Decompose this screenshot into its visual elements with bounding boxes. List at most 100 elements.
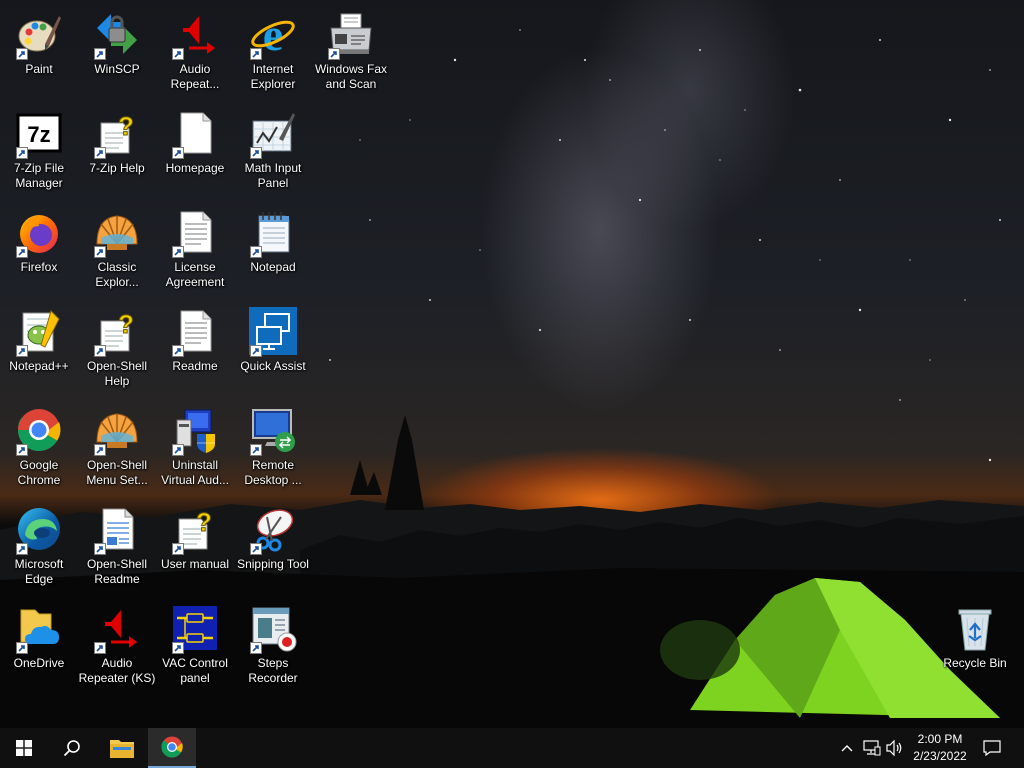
vac-control-panel-icon: [171, 604, 219, 654]
desktop-icon-readme[interactable]: Readme: [156, 301, 234, 397]
desktop-icon-audio-repeater[interactable]: Audio Repeat...: [156, 4, 234, 100]
desktop-icon-label: Paint: [25, 62, 53, 76]
shortcut-arrow-icon: [328, 48, 340, 60]
7zip-icon: 7z: [15, 109, 63, 159]
desktop-icon-recycle-bin[interactable]: Recycle Bin: [936, 598, 1014, 694]
desktop-icon-audio-repeater-ks[interactable]: Audio Repeater (KS): [78, 598, 156, 694]
desktop-icon-internet-explorer[interactable]: e Internet Explorer: [234, 4, 312, 100]
svg-text:?: ?: [118, 309, 134, 339]
desktop-icon-label: License Agreement: [165, 260, 225, 289]
snipping-tool-icon: [249, 505, 297, 555]
desktop-icon-label: Recycle Bin: [943, 656, 1007, 670]
svg-text:7z: 7z: [27, 122, 50, 147]
audio-repeater-icon: [171, 10, 219, 60]
desktop-icon-notepad[interactable]: Notepad: [234, 202, 312, 298]
clock-date: 2/23/2022: [913, 749, 967, 763]
file-explorer-icon: [110, 740, 134, 758]
desktop-icon-open-shell-readme[interactable]: Open-Shell Readme: [78, 499, 156, 595]
recycle-bin-icon: [951, 604, 999, 652]
desktop-icon-homepage[interactable]: Homepage: [156, 103, 234, 199]
desktop-icon-label: Open-Shell Readme: [86, 557, 148, 586]
desktop-icon-label: Google Chrome: [17, 458, 61, 487]
chrome-icon: [15, 406, 63, 456]
network-button[interactable]: [860, 728, 884, 768]
open-shell-icon: [93, 208, 141, 258]
desktop-icon-onedrive[interactable]: OneDrive: [0, 598, 78, 694]
desktop-icon-open-shell-menu-settings[interactable]: Open-Shell Menu Set...: [78, 400, 156, 496]
desktop-icon-label: Steps Recorder: [248, 656, 298, 685]
taskbar-clock[interactable]: 2:00 PM 2/23/2022: [900, 731, 980, 765]
desktop-icon-user-manual[interactable]: ? User manual: [156, 499, 234, 595]
desktop-icon-paint[interactable]: Paint: [0, 4, 78, 100]
remote-desktop-icon: [249, 406, 297, 456]
desktop-icon-math-input-panel[interactable]: Math Input Panel: [234, 103, 312, 199]
desktop-icon-label: VAC Control panel: [162, 656, 228, 685]
shortcut-arrow-icon: [16, 345, 28, 357]
desktop-icon-label: Notepad: [250, 260, 296, 274]
shortcut-arrow-icon: [172, 246, 184, 258]
quick-assist-icon: [249, 307, 297, 357]
shortcut-arrow-icon: [172, 345, 184, 357]
desktop-icon-label: Quick Assist: [240, 359, 306, 373]
desktop-icon-label: Readme: [172, 359, 218, 373]
desktop-icon-7zip-help[interactable]: ? 7-Zip Help: [78, 103, 156, 199]
shortcut-arrow-icon: [172, 642, 184, 654]
start-button[interactable]: [0, 728, 48, 768]
help-file-icon: ?: [93, 109, 141, 159]
shortcut-arrow-icon: [16, 48, 28, 60]
svg-text:?: ?: [118, 111, 134, 141]
rich-text-document-icon: [93, 505, 141, 555]
network-icon: [863, 740, 881, 756]
desktop-icon-vac-control-panel[interactable]: VAC Control panel: [156, 598, 234, 694]
desktop-icon-uninstall-virtual-audio[interactable]: Uninstall Virtual Aud...: [156, 400, 234, 496]
help-file-icon: ?: [93, 307, 141, 357]
blank-document-icon: [171, 109, 219, 159]
desktop-icon-winscp[interactable]: WinSCP: [78, 4, 156, 100]
shortcut-arrow-icon: [172, 444, 184, 456]
shortcut-arrow-icon: [16, 543, 28, 555]
taskbar-google-chrome[interactable]: [148, 728, 196, 768]
desktop-icon-microsoft-edge[interactable]: Microsoft Edge: [0, 499, 78, 595]
taskbar-file-explorer[interactable]: [98, 728, 146, 768]
desktop-icon-license-agreement[interactable]: License Agreement: [156, 202, 234, 298]
desktop-icon-label: 7-Zip File Manager: [13, 161, 64, 190]
desktop-icon-label: Classic Explor...: [95, 260, 139, 289]
desktop-icon-label: Uninstall Virtual Aud...: [161, 458, 229, 487]
notepad-plus-plus-icon: [15, 307, 63, 357]
desktop-icon-remote-desktop[interactable]: Remote Desktop ...: [234, 400, 312, 496]
desktop-icon-label: User manual: [160, 557, 230, 571]
internet-explorer-icon: e: [249, 10, 297, 60]
shortcut-arrow-icon: [94, 444, 106, 456]
desktop-icon-snipping-tool[interactable]: Snipping Tool: [234, 499, 312, 595]
desktop-icon-label: Microsoft Edge: [14, 557, 64, 586]
show-hidden-icons-button[interactable]: [836, 728, 858, 768]
shortcut-arrow-icon: [94, 543, 106, 555]
desktop-icon-label: Open-Shell Menu Set...: [86, 458, 148, 487]
search-icon: [63, 740, 80, 757]
desktop-icon-firefox[interactable]: Firefox: [0, 202, 78, 298]
fax-scan-icon: [327, 10, 375, 60]
shortcut-arrow-icon: [250, 543, 262, 555]
desktop[interactable]: Paint 7z 7-Zip File Manager Firefox Note…: [0, 0, 1024, 728]
open-shell-icon: [93, 406, 141, 456]
desktop-icon-7zip[interactable]: 7z 7-Zip File Manager: [0, 103, 78, 199]
desktop-icon-label: Snipping Tool: [237, 557, 309, 571]
desktop-icon-steps-recorder[interactable]: Steps Recorder: [234, 598, 312, 694]
shortcut-arrow-icon: [250, 246, 262, 258]
desktop-icon-windows-fax-and-scan[interactable]: Windows Fax and Scan: [312, 4, 390, 100]
search-button[interactable]: [48, 728, 96, 768]
chrome-icon: [161, 736, 183, 758]
desktop-icon-quick-assist[interactable]: Quick Assist: [234, 301, 312, 397]
help-file-icon: ?: [171, 505, 219, 555]
desktop-icon-open-shell-help[interactable]: ? Open-Shell Help: [78, 301, 156, 397]
desktop-icon-classic-explorer[interactable]: Classic Explor...: [78, 202, 156, 298]
winscp-icon: [93, 10, 141, 60]
shortcut-arrow-icon: [94, 642, 106, 654]
desktop-icon-notepad-plus-plus[interactable]: Notepad++: [0, 301, 78, 397]
uninstall-icon: [171, 406, 219, 456]
desktop-icon-google-chrome[interactable]: Google Chrome: [0, 400, 78, 496]
action-center-button[interactable]: [976, 728, 1008, 768]
shortcut-arrow-icon: [16, 147, 28, 159]
steps-recorder-icon: [249, 604, 297, 654]
desktop-icon-label: Audio Repeat...: [170, 62, 220, 91]
